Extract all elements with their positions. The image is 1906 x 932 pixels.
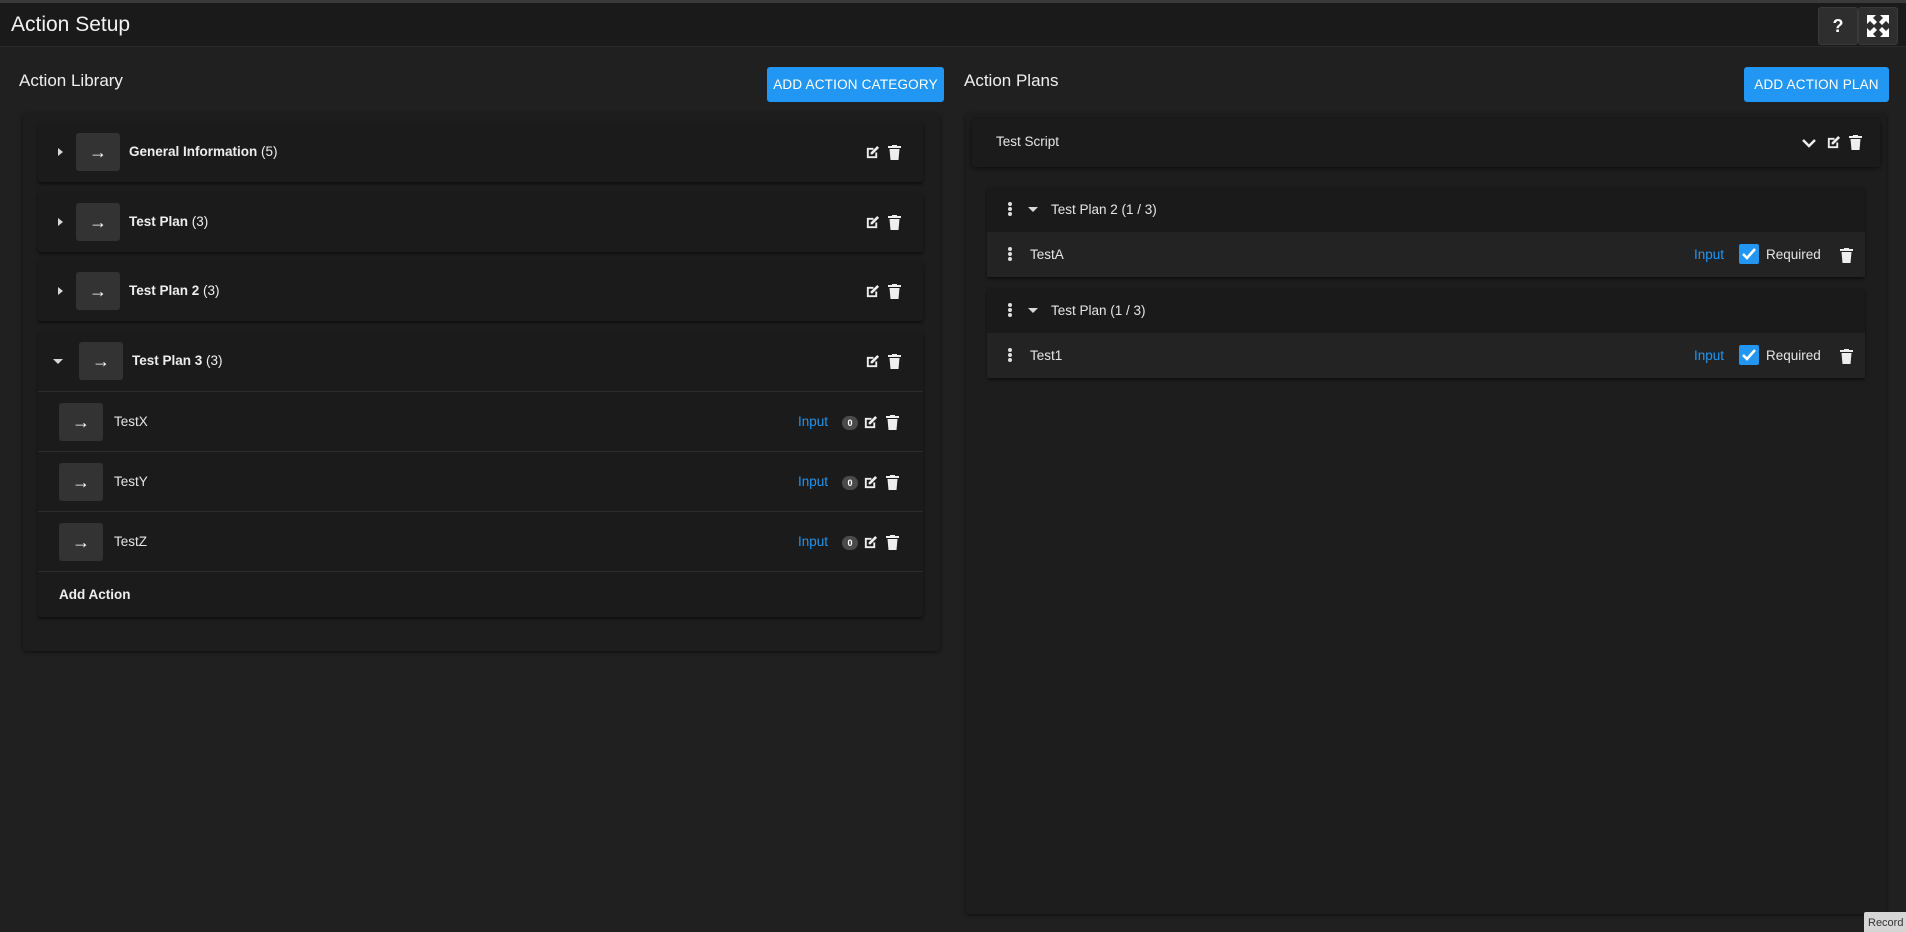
arrow-right-icon[interactable]: →: [59, 463, 103, 501]
action-row[interactable]: → TestX Input 0: [38, 391, 923, 451]
drag-handle-icon[interactable]: [1008, 247, 1012, 261]
trash-icon[interactable]: [886, 283, 902, 299]
trash-icon[interactable]: [886, 353, 902, 369]
record-tab[interactable]: Record: [1864, 912, 1906, 932]
plan-item-type-link[interactable]: Input: [1694, 348, 1724, 363]
category-row[interactable]: → Test Plan (3): [38, 192, 923, 252]
plan-item-row[interactable]: TestA Input Required: [987, 232, 1865, 277]
plan-item-name: Test1: [1030, 348, 1063, 363]
plan-group: Test Plan (1 / 3) Test1 Input Required: [987, 288, 1865, 378]
category-expanded: → Test Plan 3 (3) → TestX Input 0 → Test…: [38, 331, 923, 617]
plan-item-type-link[interactable]: Input: [1694, 247, 1724, 262]
category-label[interactable]: General Information (5): [129, 144, 278, 159]
caret-right-icon[interactable]: [58, 287, 63, 295]
checkbox-checked-icon: [1742, 349, 1756, 361]
trash-icon[interactable]: [884, 534, 900, 550]
add-action-plan-button[interactable]: ADD ACTION PLAN: [1744, 67, 1889, 102]
category-label[interactable]: Test Plan (3): [129, 214, 208, 229]
plan-group-header[interactable]: Test Plan (1 / 3): [987, 288, 1865, 333]
caret-down-icon[interactable]: [53, 359, 63, 364]
edit-icon[interactable]: [864, 283, 880, 299]
drag-handle-icon[interactable]: [1008, 348, 1012, 362]
required-checkbox[interactable]: [1739, 345, 1759, 365]
action-name[interactable]: TestY: [114, 474, 148, 489]
add-action-row: Add Action: [38, 571, 923, 617]
required-checkbox[interactable]: [1739, 244, 1759, 264]
arrow-right-icon[interactable]: →: [59, 403, 103, 441]
caret-down-icon[interactable]: [1028, 207, 1038, 212]
trash-icon[interactable]: [1847, 134, 1863, 150]
caret-right-icon[interactable]: [58, 148, 63, 156]
category-label[interactable]: Test Plan 2 (3): [129, 283, 220, 298]
trash-icon[interactable]: [886, 144, 902, 160]
drag-handle-icon[interactable]: [1008, 202, 1012, 216]
edit-icon[interactable]: [864, 144, 880, 160]
action-row[interactable]: → TestZ Input 0: [38, 511, 923, 571]
action-count-badge: 0: [842, 416, 858, 430]
plan-group-header[interactable]: Test Plan 2 (1 / 3): [987, 187, 1865, 232]
chevron-down-icon[interactable]: [1801, 135, 1817, 151]
edit-icon[interactable]: [864, 353, 880, 369]
checkbox-checked-icon: [1742, 248, 1756, 260]
edit-icon[interactable]: [862, 474, 878, 490]
app-header: Action Setup ?: [0, 3, 1906, 47]
trash-icon[interactable]: [1838, 247, 1854, 263]
trash-icon[interactable]: [1838, 348, 1854, 364]
help-icon: ?: [1832, 15, 1844, 36]
script-header[interactable]: Test Script: [972, 119, 1880, 167]
required-label: Required: [1766, 348, 1821, 363]
help-button[interactable]: ?: [1818, 7, 1858, 45]
arrow-right-icon[interactable]: →: [59, 523, 103, 561]
edit-icon[interactable]: [862, 414, 878, 430]
page-title: Action Setup: [11, 13, 131, 36]
action-name[interactable]: TestZ: [114, 534, 147, 549]
plan-item-name: TestA: [1030, 247, 1064, 262]
plan-group: Test Plan 2 (1 / 3) TestA Input Required: [987, 187, 1865, 277]
required-label: Required: [1766, 247, 1821, 262]
trash-icon[interactable]: [884, 414, 900, 430]
action-library-title: Action Library: [19, 71, 123, 90]
action-type-link[interactable]: Input: [798, 474, 828, 489]
plan-item-row[interactable]: Test1 Input Required: [987, 333, 1865, 378]
action-type-link[interactable]: Input: [798, 414, 828, 429]
action-count-badge: 0: [842, 536, 858, 550]
arrow-right-icon[interactable]: →: [76, 203, 120, 241]
category-row[interactable]: → General Information (5): [38, 122, 923, 182]
category-row[interactable]: → Test Plan 2 (3): [38, 261, 923, 321]
script-name[interactable]: Test Script: [996, 134, 1059, 149]
arrow-right-icon[interactable]: →: [76, 272, 120, 310]
plan-group-name[interactable]: Test Plan 2 (1 / 3): [1051, 202, 1157, 217]
plan-group-name[interactable]: Test Plan (1 / 3): [1051, 303, 1146, 318]
trash-icon[interactable]: [886, 214, 902, 230]
action-type-link[interactable]: Input: [798, 534, 828, 549]
action-name[interactable]: TestX: [114, 414, 148, 429]
edit-icon[interactable]: [862, 534, 878, 550]
add-action-category-button[interactable]: ADD ACTION CATEGORY: [767, 67, 944, 102]
fullscreen-button[interactable]: [1858, 7, 1898, 45]
caret-right-icon[interactable]: [58, 218, 63, 226]
drag-handle-icon[interactable]: [1008, 303, 1012, 317]
trash-icon[interactable]: [884, 474, 900, 490]
caret-down-icon[interactable]: [1028, 308, 1038, 313]
edit-icon[interactable]: [864, 214, 880, 230]
action-plans-title: Action Plans: [964, 71, 1059, 90]
arrow-right-icon[interactable]: →: [79, 342, 123, 380]
arrow-right-icon[interactable]: →: [76, 133, 120, 171]
category-label[interactable]: Test Plan 3 (3): [132, 353, 223, 368]
action-row[interactable]: → TestY Input 0: [38, 451, 923, 511]
action-count-badge: 0: [842, 476, 858, 490]
fullscreen-icon: [1867, 15, 1889, 37]
add-action-button[interactable]: Add Action: [59, 587, 131, 602]
edit-icon[interactable]: [1825, 134, 1841, 150]
